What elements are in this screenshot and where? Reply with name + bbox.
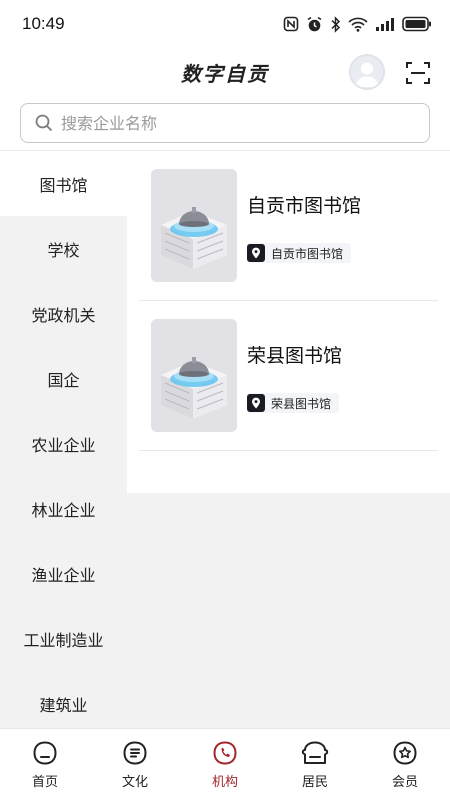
bluetooth-icon xyxy=(331,15,341,33)
status-time: 10:49 xyxy=(22,14,65,33)
tab-resident[interactable]: 居民 xyxy=(270,729,360,800)
sidebar-item-government[interactable]: 党政机关 xyxy=(0,281,127,346)
resident-icon xyxy=(301,741,329,764)
org-card[interactable]: 自贡市图书馆 自贡市图书馆 xyxy=(139,151,438,301)
battery-icon xyxy=(402,16,431,32)
tab-label: 文化 xyxy=(121,775,148,790)
tab-home[interactable]: 首页 xyxy=(0,729,90,800)
location-pin-icon xyxy=(247,244,265,262)
tab-label: 首页 xyxy=(31,775,58,790)
sidebar-item-forestry[interactable]: 林业企业 xyxy=(0,476,127,541)
status-bar: 10:49 xyxy=(0,0,450,48)
app-screen: 10:49 数字自贡 图书馆 学校 党政机关 国企 农业企业 林业企业 渔业企业… xyxy=(0,0,450,800)
sidebar-item-construction[interactable]: 建筑业 xyxy=(0,671,127,736)
org-tag: 荣县图书馆 xyxy=(247,393,340,413)
scan-icon xyxy=(406,62,430,84)
sidebar-item-library[interactable]: 图书馆 xyxy=(0,151,127,216)
tab-label: 机构 xyxy=(211,775,238,790)
sidebar-item-manufacturing[interactable]: 工业制造业 xyxy=(0,606,127,671)
sidebar-item-school[interactable]: 学校 xyxy=(0,216,127,281)
status-icons xyxy=(283,15,432,33)
sidebar-item-fishery[interactable]: 渔业企业 xyxy=(0,541,127,606)
org-card[interactable]: 荣县图书馆 荣县图书馆 xyxy=(139,301,438,451)
search-input[interactable] xyxy=(61,113,391,133)
user-avatar-icon xyxy=(355,62,379,87)
sidebar-item-agriculture[interactable]: 农业企业 xyxy=(0,411,127,476)
home-icon xyxy=(33,741,57,765)
org-name: 自贡市图书馆 xyxy=(247,195,362,217)
tab-label: 会员 xyxy=(391,775,418,790)
avatar[interactable] xyxy=(349,54,385,90)
nfc-icon xyxy=(283,16,299,32)
member-icon xyxy=(393,741,417,765)
tab-member[interactable]: 会员 xyxy=(360,729,450,800)
app-header: 数字自贡 xyxy=(0,48,450,96)
category-sidebar: 图书馆 学校 党政机关 国企 农业企业 林业企业 渔业企业 工业制造业 建筑业 xyxy=(0,151,127,728)
alarm-icon xyxy=(307,16,322,31)
bottom-tab-bar: 首页 文化 机构 居民 会员 xyxy=(0,728,450,800)
sidebar-item-state-enterprise[interactable]: 国企 xyxy=(0,346,127,411)
search-bar[interactable] xyxy=(20,103,430,143)
organization-content: 自贡市图书馆 自贡市图书馆 荣县图书馆 荣县图书馆 xyxy=(127,151,450,728)
organization-list: 自贡市图书馆 自贡市图书馆 荣县图书馆 荣县图书馆 xyxy=(127,151,450,493)
org-tag-label: 自贡市图书馆 xyxy=(271,246,344,261)
signal-icon xyxy=(376,18,394,31)
culture-icon xyxy=(123,741,147,765)
scan-button[interactable] xyxy=(404,60,432,86)
org-name: 荣县图书馆 xyxy=(247,345,343,367)
search-icon xyxy=(35,114,53,132)
tab-institution[interactable]: 机构 xyxy=(180,729,270,800)
library-building-image xyxy=(151,319,237,432)
wifi-icon xyxy=(348,17,368,32)
org-tag: 自贡市图书馆 xyxy=(247,243,352,263)
tab-culture[interactable]: 文化 xyxy=(90,729,180,800)
library-building-image xyxy=(151,169,237,282)
org-tag-label: 荣县图书馆 xyxy=(271,396,332,411)
tab-label: 居民 xyxy=(301,775,328,790)
institution-icon xyxy=(213,741,237,765)
location-pin-icon xyxy=(247,394,265,412)
